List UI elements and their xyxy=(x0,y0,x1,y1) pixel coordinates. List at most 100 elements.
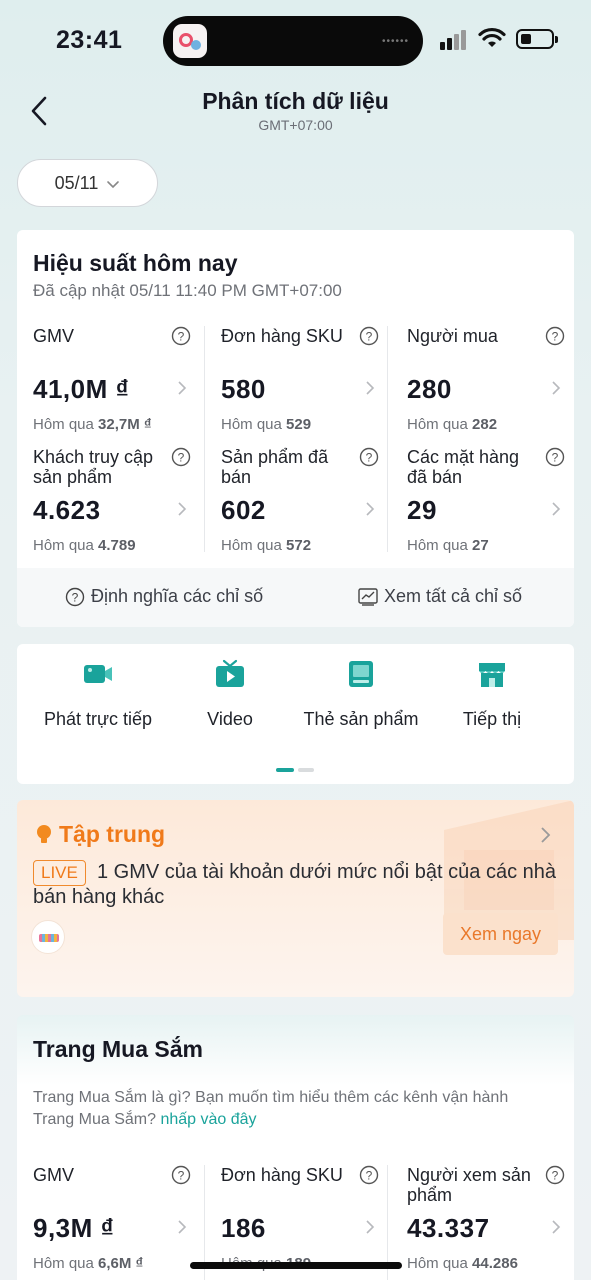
chevron-right-icon xyxy=(366,1220,375,1234)
svg-text:?: ? xyxy=(366,330,373,344)
metric-previous: Hôm qua 282 xyxy=(407,416,498,433)
channel-label: Thẻ sản phẩm xyxy=(303,709,419,729)
svg-text:?: ? xyxy=(552,451,559,465)
focus-title: Tập trung xyxy=(59,821,166,847)
carousel-indicator xyxy=(276,768,316,772)
chevron-right-icon[interactable] xyxy=(540,826,552,844)
channel-product-card[interactable]: Thẻ sản phẩm xyxy=(301,658,421,732)
metric-products-sold[interactable]: Sản phẩm đã bán ? 602 Hôm qua 572 xyxy=(221,447,401,565)
view-now-button[interactable]: Xem ngay xyxy=(443,913,558,955)
live-camera-icon xyxy=(84,665,112,683)
store-marketing-icon xyxy=(479,663,505,687)
metric-buyers[interactable]: Người mua ? 280 Hôm qua 282 xyxy=(407,326,574,444)
metric-sku-orders[interactable]: Đơn hàng SKU ? 580 Hôm qua 529 xyxy=(221,326,401,444)
performance-title: Hiệu suất hôm nay xyxy=(33,250,238,276)
home-indicator[interactable] xyxy=(190,1262,402,1269)
lightbulb-icon xyxy=(37,825,51,843)
svg-text:?: ? xyxy=(552,330,559,344)
battery-icon xyxy=(516,29,558,49)
metric-previous: Hôm qua 572 xyxy=(221,537,312,554)
svg-text:?: ? xyxy=(366,1169,373,1183)
shop-page-title: Trang Mua Sắm xyxy=(33,1036,203,1062)
help-icon[interactable]: ? xyxy=(545,1165,565,1185)
shop-metric-product-viewers[interactable]: Người xem sản phẩm ? 43.337 Hôm qua 44.2… xyxy=(407,1165,574,1280)
metric-previous: Hôm qua 6,6M ₫ xyxy=(33,1255,144,1272)
help-icon[interactable]: ? xyxy=(359,1165,379,1185)
svg-text:?: ? xyxy=(366,451,373,465)
status-time: 23:41 xyxy=(56,26,123,54)
chevron-down-icon xyxy=(107,181,120,189)
metric-value: 186 xyxy=(221,1213,266,1243)
metric-previous: Hôm qua 44.286 xyxy=(407,1255,518,1272)
metric-label: Khách truy cập sản phẩm xyxy=(33,447,154,487)
chevron-right-icon xyxy=(552,381,561,395)
product-card-icon xyxy=(349,661,373,687)
svg-text:?: ? xyxy=(178,330,185,344)
dynamic-island: •••••• xyxy=(163,16,423,66)
svg-text:?: ? xyxy=(552,1169,559,1183)
channels-card: Phát trực tiếp Video Thẻ sản phẩm Tiếp t… xyxy=(17,644,574,784)
help-icon[interactable]: ? xyxy=(171,1165,191,1185)
help-icon[interactable]: ? xyxy=(171,447,191,467)
page-title: Phân tích dữ liệu xyxy=(202,88,389,114)
view-all-metrics-label: Xem tất cả chỉ số xyxy=(384,586,523,606)
channel-label: Video xyxy=(207,709,253,729)
metric-label: Các mặt hàng đã bán xyxy=(407,447,520,487)
metric-label: Người mua xyxy=(407,326,498,346)
metric-label: Người xem sản phẩm xyxy=(407,1165,531,1205)
island-waveform-icon: •••••• xyxy=(381,36,409,47)
help-icon[interactable]: ? xyxy=(171,326,191,346)
avatar xyxy=(31,920,65,954)
help-icon[interactable]: ? xyxy=(359,447,379,467)
date-filter-value: 05/11 xyxy=(54,172,99,193)
help-icon: ? xyxy=(65,587,85,606)
chevron-right-icon xyxy=(366,502,375,516)
focus-card[interactable]: Tập trung 1 GMV của tài khoản dưới mức n… xyxy=(17,800,574,997)
metric-product-visitors[interactable]: Khách truy cập sản phẩm ? 4.623 Hôm qua … xyxy=(33,447,213,565)
timezone-label: GMT+07:00 xyxy=(258,117,333,133)
performance-card: Hiệu suất hôm nay Đã cập nhật 05/11 11:4… xyxy=(17,230,574,627)
cellular-signal-icon xyxy=(440,30,470,50)
metric-value: 9,3M ₫ xyxy=(33,1213,115,1243)
channel-live[interactable]: Phát trực tiếp xyxy=(38,658,158,732)
metric-previous: Hôm qua 27 xyxy=(407,537,489,554)
status-bar: 23:41 •••••• xyxy=(0,0,591,80)
channel-marketing[interactable]: Tiếp thị xyxy=(432,658,552,732)
metric-items-sold[interactable]: Các mặt hàng đã bán ? 29 Hôm qua 27 xyxy=(407,447,574,565)
help-icon[interactable]: ? xyxy=(359,326,379,346)
channel-video[interactable]: Video xyxy=(170,658,290,732)
channel-label: Tiếp thị xyxy=(462,709,522,729)
view-all-metrics-link[interactable]: Xem tất cả chỉ số xyxy=(358,586,522,607)
metric-label: GMV xyxy=(33,326,75,346)
metric-label: Sản phẩm đã bán xyxy=(221,447,329,487)
metric-previous: Hôm qua 529 xyxy=(221,416,312,433)
help-icon[interactable]: ? xyxy=(545,447,565,467)
wifi-icon xyxy=(478,27,506,47)
metric-value: 580 xyxy=(221,374,266,404)
chevron-right-icon xyxy=(366,381,375,395)
metric-definitions-link[interactable]: ? Định nghĩa các chỉ số xyxy=(65,586,263,607)
svg-text:?: ? xyxy=(178,451,185,465)
video-tv-icon xyxy=(216,659,244,687)
chevron-right-icon xyxy=(178,381,187,395)
chevron-right-icon xyxy=(552,1220,561,1234)
metric-value: 602 xyxy=(221,495,266,525)
metric-previous: Hôm qua 4.789 xyxy=(33,537,136,554)
metric-value: 41,0M ₫ xyxy=(33,374,130,404)
svg-text:?: ? xyxy=(72,590,79,604)
metric-label: Đơn hàng SKU xyxy=(221,1165,343,1185)
metric-value: 43.337 xyxy=(407,1213,490,1243)
channel-label: Phát trực tiếp xyxy=(43,709,153,729)
live-badge: LIVE xyxy=(33,860,86,886)
metric-gmv[interactable]: GMV ? 41,0M ₫ Hôm qua 32,7M ₫ xyxy=(33,326,213,444)
shop-metric-gmv[interactable]: GMV ? 9,3M ₫ Hôm qua 6,6M ₫ xyxy=(33,1165,213,1280)
metric-previous: Hôm qua 32,7M ₫ xyxy=(33,416,152,433)
metric-value: 4.623 xyxy=(33,495,101,525)
performance-footer: ? Định nghĩa các chỉ số Xem tất cả chỉ s… xyxy=(17,568,574,627)
chart-icon xyxy=(358,587,378,606)
help-icon[interactable]: ? xyxy=(545,326,565,346)
metric-label: GMV xyxy=(33,1165,75,1185)
date-filter-button[interactable]: 05/11 xyxy=(17,159,158,207)
learn-more-link[interactable]: nhấp vào đây xyxy=(160,1111,256,1128)
svg-text:?: ? xyxy=(178,1169,185,1183)
